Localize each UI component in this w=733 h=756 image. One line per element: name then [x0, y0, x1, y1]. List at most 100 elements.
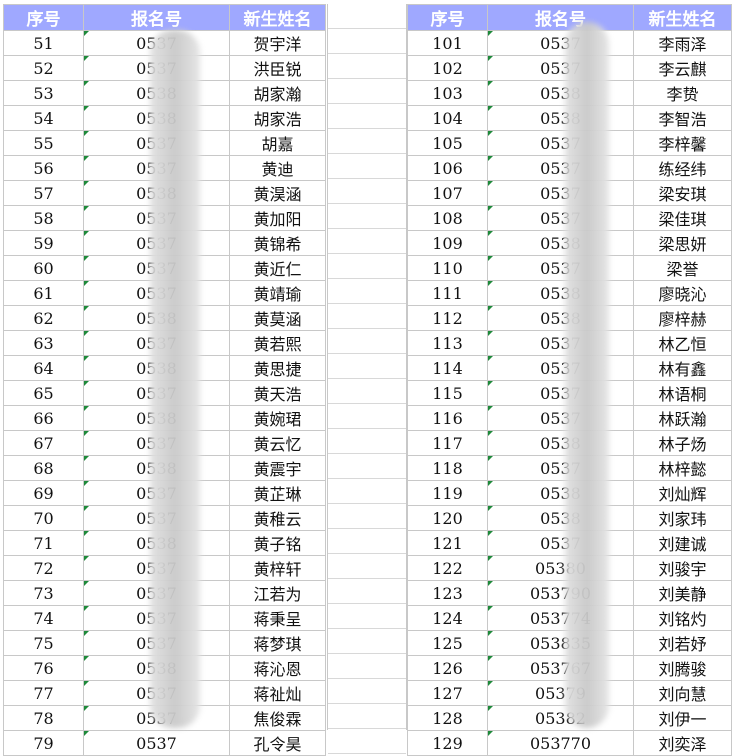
cell-seq[interactable]: 103 — [407, 80, 488, 106]
empty-cell[interactable] — [328, 129, 406, 154]
cell-seq[interactable]: 126 — [407, 655, 488, 681]
empty-cell[interactable] — [328, 4, 406, 29]
cell-reg[interactable]: 0537 — [487, 155, 634, 181]
cell-seq[interactable]: 58 — [3, 205, 84, 231]
cell-name[interactable]: 刘建诚 — [633, 530, 732, 556]
cell-name[interactable]: 刘家玮 — [633, 505, 732, 531]
empty-cell[interactable] — [328, 554, 406, 579]
cell-name[interactable]: 黄稚云 — [229, 505, 326, 531]
cell-seq[interactable]: 78 — [3, 705, 84, 731]
cell-seq[interactable]: 75 — [3, 630, 84, 656]
cell-reg[interactable]: 0537 — [487, 205, 634, 231]
cell-reg[interactable]: 053770 — [487, 730, 634, 756]
cell-name[interactable]: 江若为 — [229, 580, 326, 606]
cell-name[interactable]: 黄思捷 — [229, 355, 326, 381]
cell-seq[interactable]: 120 — [407, 505, 488, 531]
cell-seq[interactable]: 116 — [407, 405, 488, 431]
cell-name[interactable]: 黄淏涵 — [229, 180, 326, 206]
cell-name[interactable]: 林跃瀚 — [633, 405, 732, 431]
cell-seq[interactable]: 129 — [407, 730, 488, 756]
cell-reg[interactable]: 0537 — [487, 130, 634, 156]
cell-name[interactable]: 林有鑫 — [633, 355, 732, 381]
cell-seq[interactable]: 51 — [3, 30, 84, 56]
cell-name[interactable]: 刘奕泽 — [633, 730, 732, 756]
cell-reg[interactable]: 0538 — [487, 105, 634, 131]
cell-name[interactable]: 刘骏宇 — [633, 555, 732, 581]
cell-seq[interactable]: 113 — [407, 330, 488, 356]
cell-name[interactable]: 林语桐 — [633, 380, 732, 406]
cell-seq[interactable]: 52 — [3, 55, 84, 81]
cell-seq[interactable]: 123 — [407, 580, 488, 606]
cell-name[interactable]: 练经纬 — [633, 155, 732, 181]
cell-name[interactable]: 黄子铭 — [229, 530, 326, 556]
cell-seq[interactable]: 106 — [407, 155, 488, 181]
cell-name[interactable]: 黄天浩 — [229, 380, 326, 406]
cell-seq[interactable]: 119 — [407, 480, 488, 506]
cell-name[interactable]: 黄婉珺 — [229, 405, 326, 431]
cell-seq[interactable]: 63 — [3, 330, 84, 356]
cell-name[interactable]: 李梓馨 — [633, 130, 732, 156]
cell-name[interactable]: 胡家浩 — [229, 105, 326, 131]
cell-name[interactable]: 蒋沁恩 — [229, 655, 326, 681]
cell-name[interactable]: 蒋祉灿 — [229, 680, 326, 706]
cell-seq[interactable]: 64 — [3, 355, 84, 381]
empty-cell[interactable] — [328, 679, 406, 704]
cell-reg[interactable]: 053774 — [487, 605, 634, 631]
cell-seq[interactable]: 114 — [407, 355, 488, 381]
cell-seq[interactable]: 72 — [3, 555, 84, 581]
cell-name[interactable]: 林梓懿 — [633, 455, 732, 481]
empty-cell[interactable] — [328, 704, 406, 729]
cell-seq[interactable]: 56 — [3, 155, 84, 181]
empty-column[interactable] — [327, 4, 407, 754]
cell-reg[interactable]: 0537 — [487, 30, 634, 56]
empty-cell[interactable] — [328, 104, 406, 129]
cell-name[interactable]: 黄云忆 — [229, 430, 326, 456]
header-seq[interactable]: 序号 — [3, 4, 84, 31]
cell-name[interactable]: 胡嘉 — [229, 130, 326, 156]
cell-reg[interactable]: 053835 — [487, 630, 634, 656]
cell-name[interactable]: 廖梓赫 — [633, 305, 732, 331]
cell-seq[interactable]: 118 — [407, 455, 488, 481]
cell-seq[interactable]: 61 — [3, 280, 84, 306]
cell-seq[interactable]: 57 — [3, 180, 84, 206]
cell-seq[interactable]: 53 — [3, 80, 84, 106]
cell-seq[interactable]: 121 — [407, 530, 488, 556]
header-name[interactable]: 新生姓名 — [229, 4, 326, 31]
cell-name[interactable]: 胡家瀚 — [229, 80, 326, 106]
cell-seq[interactable]: 76 — [3, 655, 84, 681]
cell-reg[interactable]: 0537 — [487, 55, 634, 81]
cell-seq[interactable]: 108 — [407, 205, 488, 231]
cell-reg[interactable]: 053767 — [487, 655, 634, 681]
header-name[interactable]: 新生姓名 — [633, 4, 732, 31]
cell-seq[interactable]: 107 — [407, 180, 488, 206]
cell-name[interactable]: 林子炀 — [633, 430, 732, 456]
empty-cell[interactable] — [328, 629, 406, 654]
cell-reg[interactable]: 0537 — [487, 255, 634, 281]
cell-reg[interactable]: 05380 — [487, 555, 634, 581]
cell-reg[interactable]: 0538 — [487, 230, 634, 256]
cell-seq[interactable]: 115 — [407, 380, 488, 406]
cell-seq[interactable]: 69 — [3, 480, 84, 506]
empty-cell[interactable] — [328, 404, 406, 429]
cell-seq[interactable]: 117 — [407, 430, 488, 456]
empty-cell[interactable] — [328, 504, 406, 529]
cell-seq[interactable]: 71 — [3, 530, 84, 556]
empty-cell[interactable] — [328, 729, 406, 754]
cell-name[interactable]: 李云麒 — [633, 55, 732, 81]
cell-reg[interactable]: 0538 — [487, 280, 634, 306]
cell-name[interactable]: 刘若妤 — [633, 630, 732, 656]
cell-seq[interactable]: 104 — [407, 105, 488, 131]
cell-name[interactable]: 刘灿辉 — [633, 480, 732, 506]
cell-reg[interactable]: 053790 — [487, 580, 634, 606]
cell-seq[interactable]: 59 — [3, 230, 84, 256]
cell-name[interactable]: 黄若熙 — [229, 330, 326, 356]
cell-reg[interactable]: 0537 — [487, 405, 634, 431]
cell-name[interactable]: 黄加阳 — [229, 205, 326, 231]
cell-name[interactable]: 刘伊一 — [633, 705, 732, 731]
cell-seq[interactable]: 79 — [3, 730, 84, 756]
cell-name[interactable]: 刘美静 — [633, 580, 732, 606]
cell-seq[interactable]: 125 — [407, 630, 488, 656]
cell-seq[interactable]: 55 — [3, 130, 84, 156]
cell-name[interactable]: 廖晓沁 — [633, 280, 732, 306]
cell-reg[interactable]: 0537 — [83, 730, 230, 756]
